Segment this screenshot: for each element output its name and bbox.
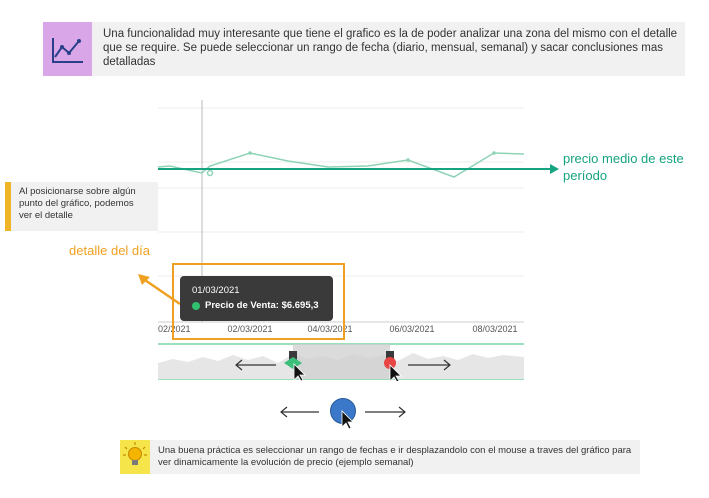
side-note-text: Al posicionarse sobre algún punto del gr… bbox=[19, 186, 136, 221]
price-point[interactable] bbox=[492, 151, 496, 155]
average-price-label: precio medio de este período bbox=[563, 151, 684, 183]
tooltip-value: Precio de Venta: $6.695,3 bbox=[205, 300, 319, 311]
average-price-arrow bbox=[158, 164, 559, 174]
series-color-dot bbox=[192, 302, 200, 310]
info-text-bottom: Una buena práctica es seleccionar un ran… bbox=[158, 445, 632, 468]
selected-range[interactable] bbox=[293, 344, 390, 379]
range-navigator[interactable] bbox=[158, 341, 524, 381]
tooltip-series-value: $6.695,3 bbox=[281, 300, 319, 311]
tooltip-date: 01/03/2021 bbox=[192, 285, 240, 296]
price-point[interactable] bbox=[248, 151, 252, 155]
x-tick-label: 08/03/2021 bbox=[472, 324, 517, 334]
lightbulb-icon bbox=[120, 440, 150, 474]
detail-label: detalle del día bbox=[69, 243, 150, 258]
info-box-bottom: Una buena práctica es seleccionar un ran… bbox=[120, 440, 640, 474]
info-box-top: Una funcionalidad muy interesante que ti… bbox=[43, 22, 685, 76]
info-text-top: Una funcionalidad muy interesante que ti… bbox=[103, 28, 678, 68]
chart-tooltip: 01/03/2021 Precio de Venta: $6.695,3 bbox=[180, 276, 333, 321]
tooltip-series-label: Precio de Venta: bbox=[205, 300, 279, 311]
mouse-cursor-icon bbox=[341, 410, 354, 430]
side-note: Al posicionarse sobre algún punto del gr… bbox=[5, 182, 158, 231]
x-tick-label: 06/03/2021 bbox=[389, 324, 434, 334]
line-chart-icon bbox=[43, 22, 92, 76]
